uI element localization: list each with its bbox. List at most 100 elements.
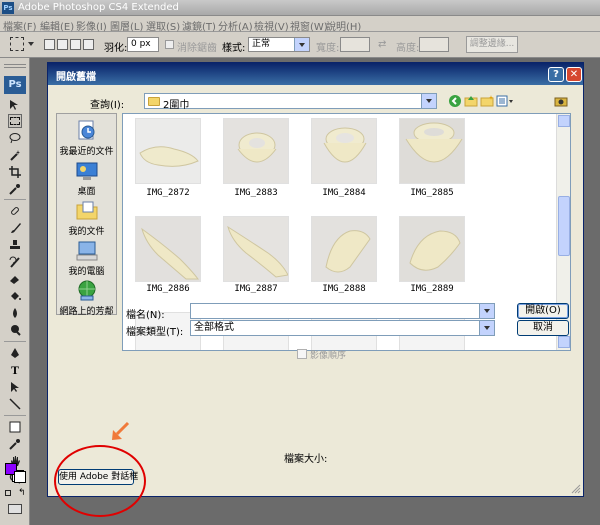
image-sequence-checkbox[interactable] xyxy=(297,349,307,359)
magic-wand-tool-icon[interactable] xyxy=(8,148,22,162)
height-input[interactable] xyxy=(419,37,449,52)
chevron-down-icon[interactable] xyxy=(479,321,494,335)
style-select-value: 正常 xyxy=(252,39,271,49)
file-thumbnail[interactable] xyxy=(135,118,201,184)
width-input[interactable] xyxy=(340,37,370,52)
place-my-computer[interactable]: 我的電腦 xyxy=(57,240,116,277)
cancel-button[interactable]: 取消 xyxy=(517,320,569,336)
place-network[interactable]: 網路上的芳鄰 xyxy=(57,280,116,317)
subtract-selection-icon[interactable] xyxy=(70,39,81,50)
help-button[interactable]: ? xyxy=(548,67,564,82)
up-folder-icon[interactable] xyxy=(464,94,478,108)
refine-edge-button[interactable]: 調整邊緣... xyxy=(466,36,518,53)
notes-tool-icon[interactable] xyxy=(8,420,22,434)
healing-brush-tool-icon[interactable] xyxy=(8,204,22,218)
chevron-down-icon[interactable] xyxy=(294,38,309,51)
file-size-label: 檔案大小: xyxy=(284,454,328,465)
menu-bar: 檔案(F) 編輯(E) 影像(I) 圖層(L) 選取(S) 濾鏡(T) 分析(A… xyxy=(0,16,600,33)
dialog-titlebar[interactable]: 開啟舊檔 ? ✕ xyxy=(48,63,583,85)
back-icon[interactable] xyxy=(448,94,462,108)
quick-mask-icon[interactable] xyxy=(8,504,22,514)
swap-colors-icon[interactable]: ↰ xyxy=(18,488,26,498)
close-button[interactable]: ✕ xyxy=(566,67,582,82)
scarf-photo-image xyxy=(400,119,464,183)
antialias-label: 消除鋸齒 xyxy=(177,43,217,54)
filetype-select[interactable]: 全部格式 xyxy=(190,320,495,336)
antialias-checkbox[interactable] xyxy=(165,40,174,49)
style-select[interactable]: 正常 xyxy=(248,37,310,52)
place-label: 我的文件 xyxy=(68,227,105,237)
filename-input[interactable] xyxy=(190,303,495,319)
chevron-down-icon[interactable] xyxy=(28,42,34,46)
clone-stamp-tool-icon[interactable] xyxy=(8,238,22,252)
new-folder-icon[interactable] xyxy=(480,94,494,108)
file-name: IMG_2887 xyxy=(234,284,278,294)
swap-dimensions-icon[interactable]: ⇄ xyxy=(378,39,386,50)
eyedropper-tool-icon[interactable] xyxy=(8,437,22,451)
menu-select[interactable]: 選取(S) xyxy=(146,18,180,33)
view-menu-icon[interactable] xyxy=(496,94,514,108)
feather-label: 羽化: xyxy=(104,43,128,54)
move-tool-icon[interactable] xyxy=(8,98,22,112)
file-thumbnail[interactable] xyxy=(223,216,289,282)
file-thumbnail[interactable] xyxy=(399,216,465,282)
blur-tool-icon[interactable] xyxy=(8,306,22,320)
default-colors-icon[interactable] xyxy=(5,490,11,496)
file-name: IMG_2883 xyxy=(234,188,278,198)
file-name: IMG_2886 xyxy=(146,284,190,294)
path-selection-tool-icon[interactable] xyxy=(8,380,22,394)
pen-tool-icon[interactable] xyxy=(8,346,22,360)
lasso-tool-icon[interactable] xyxy=(8,131,22,145)
file-thumbnail[interactable] xyxy=(223,118,289,184)
feather-input[interactable]: 0 px xyxy=(127,37,159,52)
menu-edit[interactable]: 編輯(E) xyxy=(40,18,74,33)
place-my-documents[interactable]: 我的文件 xyxy=(57,200,116,237)
scarf-photo-image xyxy=(136,119,200,183)
camera-icon[interactable] xyxy=(554,94,568,108)
history-brush-tool-icon[interactable] xyxy=(8,255,22,269)
network-places-icon xyxy=(75,280,99,302)
place-recent-documents[interactable]: 我最近的文件 xyxy=(57,120,116,157)
intersect-selection-icon[interactable] xyxy=(83,39,94,50)
menu-analysis[interactable]: 分析(A) xyxy=(218,18,253,33)
toolbox: Ps T ↰ xyxy=(0,58,30,525)
paint-bucket-tool-icon[interactable] xyxy=(8,289,22,303)
width-label: 寬度: xyxy=(316,43,340,54)
line-tool-icon[interactable] xyxy=(8,397,22,411)
open-button[interactable]: 開啟(O) xyxy=(517,303,569,319)
eraser-tool-icon[interactable] xyxy=(8,272,22,286)
menu-layer[interactable]: 圖層(L) xyxy=(110,18,143,33)
crop-tool-icon[interactable] xyxy=(8,165,22,179)
new-selection-icon[interactable] xyxy=(44,39,55,50)
place-label: 我最近的文件 xyxy=(59,147,114,157)
dodge-tool-icon[interactable] xyxy=(8,323,22,337)
type-tool-icon[interactable]: T xyxy=(8,363,22,377)
brush-tool-icon[interactable] xyxy=(8,221,22,235)
place-desktop[interactable]: 桌面 xyxy=(57,160,116,197)
chevron-down-icon[interactable] xyxy=(479,304,494,318)
toolbox-grip[interactable] xyxy=(4,64,26,68)
resize-grip-icon[interactable] xyxy=(571,484,581,494)
marquee-tool-icon[interactable] xyxy=(8,114,22,128)
file-thumbnail[interactable] xyxy=(311,118,377,184)
background-color-chip[interactable] xyxy=(14,471,26,483)
look-in-select[interactable]: 2圍巾 xyxy=(144,93,437,111)
scroll-down-button[interactable] xyxy=(558,336,570,348)
marquee-tool-preset-icon[interactable] xyxy=(10,37,24,51)
menu-file[interactable]: 檔案(F) xyxy=(3,18,37,33)
menu-help[interactable]: 說明(H) xyxy=(326,18,361,33)
my-computer-icon xyxy=(75,240,99,262)
chevron-down-icon[interactable] xyxy=(421,94,436,108)
scrollbar-thumb[interactable] xyxy=(558,196,570,256)
scarf-photo-image xyxy=(312,217,376,281)
menu-window[interactable]: 視窗(W) xyxy=(290,18,328,33)
menu-image[interactable]: 影像(I) xyxy=(76,18,107,33)
scroll-up-button[interactable] xyxy=(558,115,570,127)
file-thumbnail[interactable] xyxy=(135,216,201,282)
file-thumbnail[interactable] xyxy=(399,118,465,184)
add-to-selection-icon[interactable] xyxy=(57,39,68,50)
menu-view[interactable]: 檢視(V) xyxy=(254,18,289,33)
menu-filter[interactable]: 濾鏡(T) xyxy=(182,18,216,33)
file-thumbnail[interactable] xyxy=(311,216,377,282)
eyedropper-tool-icon[interactable] xyxy=(8,182,22,196)
